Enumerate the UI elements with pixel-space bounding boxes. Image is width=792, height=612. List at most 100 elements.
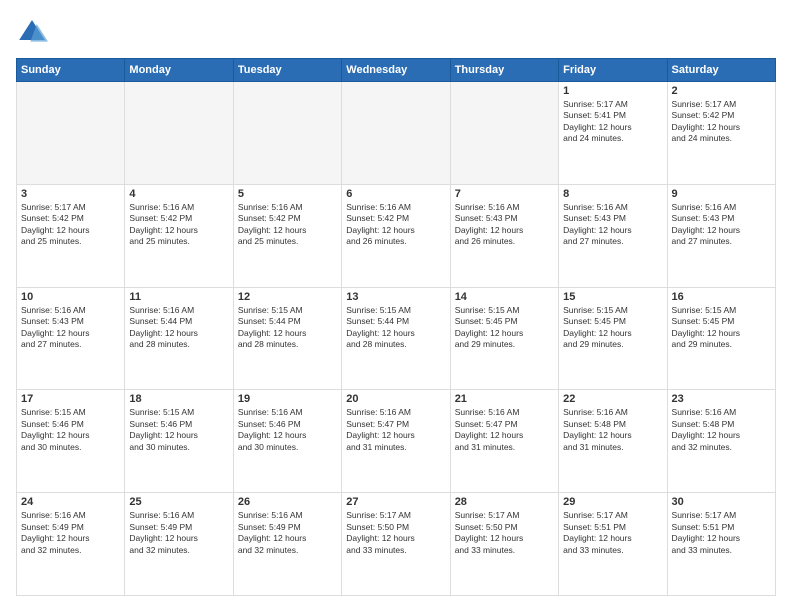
day-info: Sunrise: 5:16 AM Sunset: 5:47 PM Dayligh… xyxy=(346,407,445,453)
day-info: Sunrise: 5:16 AM Sunset: 5:49 PM Dayligh… xyxy=(21,510,120,556)
day-number: 14 xyxy=(455,291,554,303)
calendar-cell: 25 Sunrise: 5:16 AM Sunset: 5:49 PM Dayli… xyxy=(125,493,233,596)
day-info: Sunrise: 5:17 AM Sunset: 5:41 PM Dayligh… xyxy=(563,99,662,145)
calendar-cell: 5 Sunrise: 5:16 AM Sunset: 5:42 PM Daylig… xyxy=(233,184,341,287)
calendar-cell: 4 Sunrise: 5:16 AM Sunset: 5:42 PM Daylig… xyxy=(125,184,233,287)
day-number: 1 xyxy=(563,85,662,97)
day-info: Sunrise: 5:16 AM Sunset: 5:42 PM Dayligh… xyxy=(129,202,228,248)
day-info: Sunrise: 5:16 AM Sunset: 5:44 PM Dayligh… xyxy=(129,305,228,351)
day-info: Sunrise: 5:16 AM Sunset: 5:47 PM Dayligh… xyxy=(455,407,554,453)
calendar-cell: 22 Sunrise: 5:16 AM Sunset: 5:48 PM Dayli… xyxy=(559,390,667,493)
calendar-cell xyxy=(450,82,558,185)
calendar-cell: 11 Sunrise: 5:16 AM Sunset: 5:44 PM Dayli… xyxy=(125,287,233,390)
weekday-header-thursday: Thursday xyxy=(450,59,558,82)
week-row-2: 10 Sunrise: 5:16 AM Sunset: 5:43 PM Dayli… xyxy=(17,287,776,390)
day-info: Sunrise: 5:16 AM Sunset: 5:48 PM Dayligh… xyxy=(563,407,662,453)
day-number: 10 xyxy=(21,291,120,303)
calendar-cell: 27Sunrise: 5:17 AM Sunset: 5:50 PM Dayli… xyxy=(342,493,450,596)
day-number: 13 xyxy=(346,291,445,303)
day-number: 28 xyxy=(455,496,554,508)
day-info: Sunrise: 5:16 AM Sunset: 5:42 PM Dayligh… xyxy=(346,202,445,248)
logo xyxy=(16,16,54,48)
day-number: 9 xyxy=(672,188,771,200)
calendar-cell: 30Sunrise: 5:17 AM Sunset: 5:51 PM Dayli… xyxy=(667,493,775,596)
week-row-0: 1 Sunrise: 5:17 AM Sunset: 5:41 PM Daylig… xyxy=(17,82,776,185)
day-info: Sunrise: 5:15 AM Sunset: 5:45 PM Dayligh… xyxy=(672,305,771,351)
calendar-cell xyxy=(125,82,233,185)
day-info: Sunrise: 5:16 AM Sunset: 5:43 PM Dayligh… xyxy=(455,202,554,248)
calendar-cell: 7 Sunrise: 5:16 AM Sunset: 5:43 PM Daylig… xyxy=(450,184,558,287)
day-info: Sunrise: 5:15 AM Sunset: 5:45 PM Dayligh… xyxy=(563,305,662,351)
calendar-cell: 12Sunrise: 5:15 AM Sunset: 5:44 PM Dayli… xyxy=(233,287,341,390)
weekday-header-friday: Friday xyxy=(559,59,667,82)
day-number: 18 xyxy=(129,393,228,405)
day-number: 8 xyxy=(563,188,662,200)
day-info: Sunrise: 5:15 AM Sunset: 5:44 PM Dayligh… xyxy=(346,305,445,351)
calendar-cell: 20 Sunrise: 5:16 AM Sunset: 5:47 PM Dayli… xyxy=(342,390,450,493)
day-info: Sunrise: 5:17 AM Sunset: 5:51 PM Dayligh… xyxy=(563,510,662,556)
day-info: Sunrise: 5:16 AM Sunset: 5:48 PM Dayligh… xyxy=(672,407,771,453)
calendar-cell: 17 Sunrise: 5:15 AM Sunset: 5:46 PM Dayli… xyxy=(17,390,125,493)
day-number: 19 xyxy=(238,393,337,405)
week-row-1: 3 Sunrise: 5:17 AM Sunset: 5:42 PM Daylig… xyxy=(17,184,776,287)
week-row-4: 24 Sunrise: 5:16 AM Sunset: 5:49 PM Dayli… xyxy=(17,493,776,596)
day-number: 29 xyxy=(563,496,662,508)
day-info: Sunrise: 5:16 AM Sunset: 5:43 PM Dayligh… xyxy=(21,305,120,351)
calendar-table: SundayMondayTuesdayWednesdayThursdayFrid… xyxy=(16,58,776,596)
day-info: Sunrise: 5:17 AM Sunset: 5:50 PM Dayligh… xyxy=(455,510,554,556)
day-number: 24 xyxy=(21,496,120,508)
day-number: 12 xyxy=(238,291,337,303)
day-number: 3 xyxy=(21,188,120,200)
day-number: 5 xyxy=(238,188,337,200)
day-number: 6 xyxy=(346,188,445,200)
day-info: Sunrise: 5:15 AM Sunset: 5:45 PM Dayligh… xyxy=(455,305,554,351)
calendar-cell: 9 Sunrise: 5:16 AM Sunset: 5:43 PM Daylig… xyxy=(667,184,775,287)
day-number: 2 xyxy=(672,85,771,97)
day-number: 20 xyxy=(346,393,445,405)
day-info: Sunrise: 5:15 AM Sunset: 5:46 PM Dayligh… xyxy=(21,407,120,453)
calendar-cell: 14 Sunrise: 5:15 AM Sunset: 5:45 PM Dayli… xyxy=(450,287,558,390)
calendar-cell: 16 Sunrise: 5:15 AM Sunset: 5:45 PM Dayli… xyxy=(667,287,775,390)
week-row-3: 17 Sunrise: 5:15 AM Sunset: 5:46 PM Dayli… xyxy=(17,390,776,493)
calendar-cell: 6 Sunrise: 5:16 AM Sunset: 5:42 PM Daylig… xyxy=(342,184,450,287)
day-number: 4 xyxy=(129,188,228,200)
day-info: Sunrise: 5:15 AM Sunset: 5:46 PM Dayligh… xyxy=(129,407,228,453)
calendar-cell: 28 Sunrise: 5:17 AM Sunset: 5:50 PM Dayli… xyxy=(450,493,558,596)
weekday-header-saturday: Saturday xyxy=(667,59,775,82)
day-info: Sunrise: 5:17 AM Sunset: 5:42 PM Dayligh… xyxy=(672,99,771,145)
day-number: 16 xyxy=(672,291,771,303)
day-info: Sunrise: 5:17 AM Sunset: 5:42 PM Dayligh… xyxy=(21,202,120,248)
day-number: 27 xyxy=(346,496,445,508)
calendar-cell: 24 Sunrise: 5:16 AM Sunset: 5:49 PM Dayli… xyxy=(17,493,125,596)
calendar-cell xyxy=(17,82,125,185)
calendar-cell: 8Sunrise: 5:16 AM Sunset: 5:43 PM Daylig… xyxy=(559,184,667,287)
day-number: 22 xyxy=(563,393,662,405)
logo-icon xyxy=(16,16,48,48)
calendar-cell: 2 Sunrise: 5:17 AM Sunset: 5:42 PM Daylig… xyxy=(667,82,775,185)
header xyxy=(16,16,776,48)
day-number: 26 xyxy=(238,496,337,508)
day-number: 23 xyxy=(672,393,771,405)
day-number: 30 xyxy=(672,496,771,508)
calendar-cell: 1 Sunrise: 5:17 AM Sunset: 5:41 PM Daylig… xyxy=(559,82,667,185)
calendar-cell: 3 Sunrise: 5:17 AM Sunset: 5:42 PM Daylig… xyxy=(17,184,125,287)
day-number: 21 xyxy=(455,393,554,405)
weekday-header-wednesday: Wednesday xyxy=(342,59,450,82)
calendar-cell: 13 Sunrise: 5:15 AM Sunset: 5:44 PM Dayli… xyxy=(342,287,450,390)
day-info: Sunrise: 5:16 AM Sunset: 5:43 PM Dayligh… xyxy=(672,202,771,248)
calendar-cell: 10 Sunrise: 5:16 AM Sunset: 5:43 PM Dayli… xyxy=(17,287,125,390)
calendar-cell: 18 Sunrise: 5:15 AM Sunset: 5:46 PM Dayli… xyxy=(125,390,233,493)
calendar-cell: 15Sunrise: 5:15 AM Sunset: 5:45 PM Dayli… xyxy=(559,287,667,390)
day-number: 25 xyxy=(129,496,228,508)
day-info: Sunrise: 5:16 AM Sunset: 5:42 PM Dayligh… xyxy=(238,202,337,248)
page: SundayMondayTuesdayWednesdayThursdayFrid… xyxy=(0,0,792,612)
day-number: 17 xyxy=(21,393,120,405)
day-info: Sunrise: 5:16 AM Sunset: 5:49 PM Dayligh… xyxy=(129,510,228,556)
day-info: Sunrise: 5:16 AM Sunset: 5:49 PM Dayligh… xyxy=(238,510,337,556)
day-info: Sunrise: 5:16 AM Sunset: 5:46 PM Dayligh… xyxy=(238,407,337,453)
weekday-header-sunday: Sunday xyxy=(17,59,125,82)
weekday-header-row: SundayMondayTuesdayWednesdayThursdayFrid… xyxy=(17,59,776,82)
day-number: 7 xyxy=(455,188,554,200)
calendar-cell: 23 Sunrise: 5:16 AM Sunset: 5:48 PM Dayli… xyxy=(667,390,775,493)
day-number: 11 xyxy=(129,291,228,303)
